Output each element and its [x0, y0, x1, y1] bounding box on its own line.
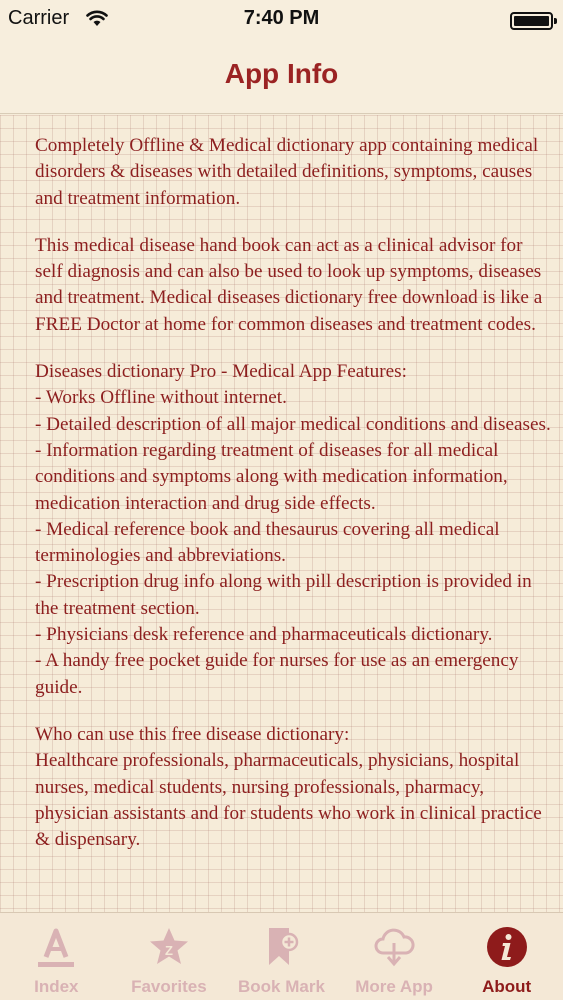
svg-text:Z: Z — [165, 943, 173, 958]
tab-bar: Index Z Favorites Book Mark More App Abo… — [0, 912, 563, 1000]
battery-icon — [510, 12, 557, 30]
info-paragraph-intro: Completely Offline & Medical dictionary … — [35, 135, 539, 209]
clock-time: 7:40 PM — [243, 7, 320, 29]
info-paragraph-handbook: This medical disease hand book can act a… — [35, 234, 543, 335]
app-info-content[interactable]: Completely Offline & Medical dictionary … — [0, 115, 563, 912]
tab-bookmark[interactable]: Book Mark — [225, 913, 338, 1000]
tab-favorites-label: Favorites — [131, 977, 207, 996]
info-paragraph-features: Diseases dictionary Pro - Medical App Fe… — [35, 361, 551, 698]
tab-about-label: About — [482, 977, 532, 996]
page-title: App Info — [224, 58, 339, 89]
star-icon: Z — [147, 925, 191, 969]
tab-more-app[interactable]: More App — [338, 913, 451, 1000]
tab-index-label: Index — [34, 977, 79, 996]
tab-about[interactable]: About — [450, 913, 563, 1000]
tab-favorites[interactable]: Z Favorites — [113, 913, 226, 1000]
info-icon — [485, 925, 529, 969]
cloud-download-icon — [372, 925, 416, 969]
index-a-icon — [34, 925, 78, 969]
tab-index[interactable]: Index — [0, 913, 113, 1000]
info-paragraph-audience: Who can use this free disease dictionary… — [35, 723, 542, 851]
tab-more-app-label: More App — [355, 977, 433, 996]
status-bar: Carrier 7:40 PM — [0, 0, 563, 40]
navigation-bar: App Info — [0, 40, 563, 114]
tab-bookmark-label: Book Mark — [238, 977, 325, 996]
bookmark-icon — [259, 925, 303, 969]
